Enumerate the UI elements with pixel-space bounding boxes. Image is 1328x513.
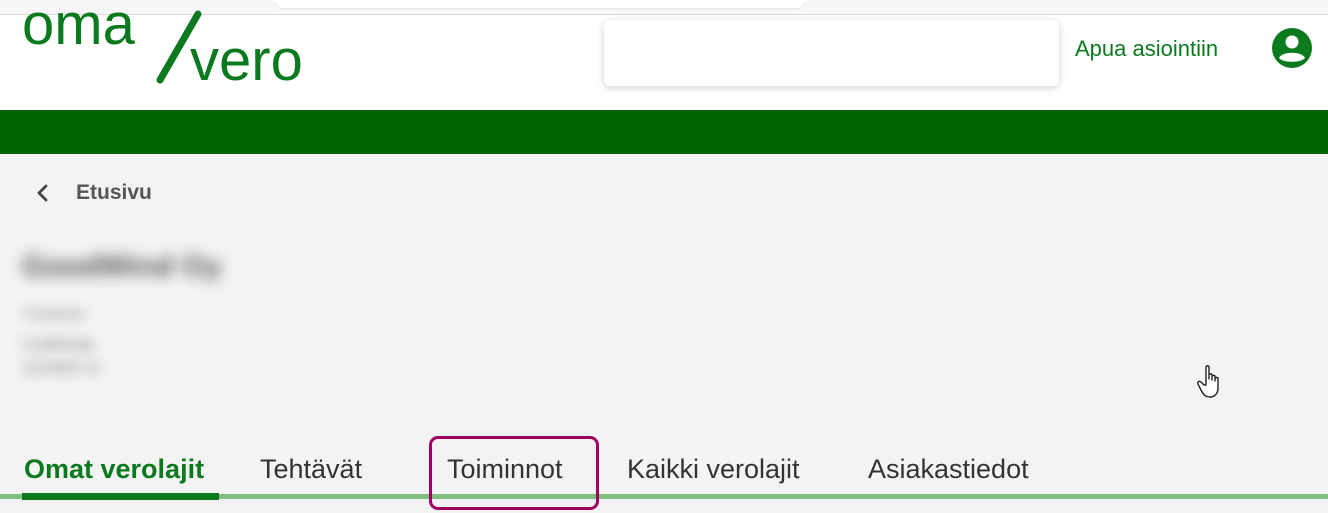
green-banner (0, 110, 1328, 154)
tab-omat-verolajit[interactable]: Omat verolajit (24, 454, 204, 485)
chevron-left-icon (37, 184, 48, 202)
hand-pointer-icon (1196, 364, 1224, 400)
top-header: oma vero Apua asiointiin (0, 0, 1328, 110)
omavero-logo[interactable]: oma vero (22, 0, 342, 100)
company-detail-2: Lisätietoja (22, 336, 95, 353)
user-icon-graphic (1272, 28, 1312, 68)
search-input[interactable] (604, 20, 1059, 86)
tab-kaikki-verolajit[interactable]: Kaikki verolajit (627, 454, 800, 485)
company-detail-3: 1234567-8 (22, 360, 99, 377)
logo-text-vero: vero (190, 28, 303, 93)
tab-asiakastiedot[interactable]: Asiakastiedot (868, 454, 1029, 485)
highlight-box (429, 436, 599, 510)
active-tab-indicator (22, 493, 219, 500)
company-name: GoodWind Oy (22, 250, 222, 283)
account-circle-icon[interactable] (1270, 26, 1314, 70)
company-detail-1: Y-tunnus (22, 306, 85, 323)
logo-text-oma: oma (22, 0, 136, 57)
help-link[interactable]: Apua asiointiin (1075, 36, 1218, 62)
omavero-logo-graphic: oma vero (22, 0, 303, 93)
tab-bar: Omat verolajit Tehtävät Toiminnot Kaikki… (0, 440, 1328, 513)
tab-tehtavat[interactable]: Tehtävät (260, 454, 362, 485)
browser-tab-strip (275, 0, 805, 8)
company-info: GoodWind Oy Y-tunnus Lisätietoja 1234567… (22, 250, 222, 378)
back-link[interactable]: Etusivu (32, 178, 152, 208)
back-link-label: Etusivu (76, 181, 152, 204)
